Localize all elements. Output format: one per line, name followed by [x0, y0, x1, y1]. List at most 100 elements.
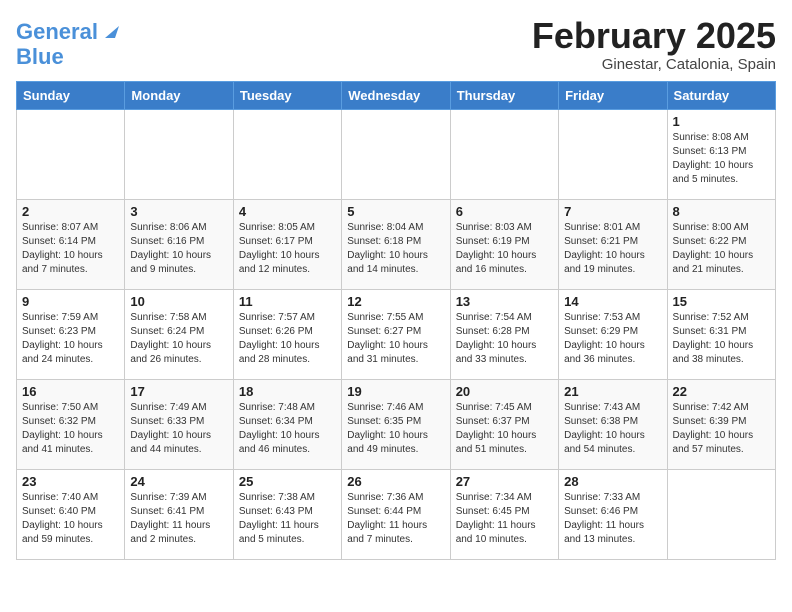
table-row: 8 Sunrise: 8:00 AM Sunset: 6:22 PM Daylig…	[667, 199, 775, 289]
day-info: Sunrise: 7:43 AM Sunset: 6:38 PM Dayligh…	[564, 401, 661, 457]
day-info: Sunrise: 7:59 AM Sunset: 6:23 PM Dayligh…	[22, 311, 119, 367]
day-number: 9	[22, 294, 119, 309]
day-number: 22	[673, 384, 770, 399]
table-row: 7 Sunrise: 8:01 AM Sunset: 6:21 PM Daylig…	[559, 199, 667, 289]
day-number: 26	[347, 474, 444, 489]
day-number: 19	[347, 384, 444, 399]
table-row	[559, 109, 667, 199]
day-number: 10	[130, 294, 227, 309]
logo-bird-icon	[101, 22, 119, 40]
table-row: 21 Sunrise: 7:43 AM Sunset: 6:38 PM Dayli…	[559, 379, 667, 469]
table-row: 14Sunrise: 7:53 AM Sunset: 6:29 PM Dayli…	[559, 289, 667, 379]
day-number: 16	[22, 384, 119, 399]
day-info: Sunrise: 8:01 AM Sunset: 6:21 PM Dayligh…	[564, 221, 661, 277]
day-number: 12	[347, 294, 444, 309]
day-number: 23	[22, 474, 119, 489]
table-row: 27 Sunrise: 7:34 AM Sunset: 6:45 PM Dayli…	[450, 469, 558, 559]
day-info: Sunrise: 8:04 AM Sunset: 6:18 PM Dayligh…	[347, 221, 444, 277]
table-row	[233, 109, 341, 199]
calendar-header-row: Sunday Monday Tuesday Wednesday Thursday…	[17, 81, 776, 109]
col-friday: Friday	[559, 81, 667, 109]
day-number: 24	[130, 474, 227, 489]
table-row: 17 Sunrise: 7:49 AM Sunset: 6:33 PM Dayli…	[125, 379, 233, 469]
day-number: 11	[239, 294, 336, 309]
table-row: 20 Sunrise: 7:45 AM Sunset: 6:37 PM Dayli…	[450, 379, 558, 469]
table-row	[450, 109, 558, 199]
table-row: 12 Sunrise: 7:55 AM Sunset: 6:27 PM Dayli…	[342, 289, 450, 379]
table-row: 5 Sunrise: 8:04 AM Sunset: 6:18 PM Daylig…	[342, 199, 450, 289]
table-row: 19 Sunrise: 7:46 AM Sunset: 6:35 PM Dayli…	[342, 379, 450, 469]
day-info: Sunrise: 8:06 AM Sunset: 6:16 PM Dayligh…	[130, 221, 227, 277]
logo: General Blue	[16, 20, 119, 69]
header: General Blue February 2025 Ginestar, Cat…	[16, 16, 776, 73]
table-row: 6 Sunrise: 8:03 AM Sunset: 6:19 PM Daylig…	[450, 199, 558, 289]
day-number: 18	[239, 384, 336, 399]
day-info: Sunrise: 7:48 AM Sunset: 6:34 PM Dayligh…	[239, 401, 336, 457]
day-number: 15	[673, 294, 770, 309]
day-info: Sunrise: 7:58 AM Sunset: 6:24 PM Dayligh…	[130, 311, 227, 367]
day-info: Sunrise: 7:39 AM Sunset: 6:41 PM Dayligh…	[130, 491, 227, 547]
table-row	[342, 109, 450, 199]
day-number: 20	[456, 384, 553, 399]
table-row: 28 Sunrise: 7:33 AM Sunset: 6:46 PM Dayli…	[559, 469, 667, 559]
day-info: Sunrise: 7:45 AM Sunset: 6:37 PM Dayligh…	[456, 401, 553, 457]
day-number: 6	[456, 204, 553, 219]
day-info: Sunrise: 7:33 AM Sunset: 6:46 PM Dayligh…	[564, 491, 661, 547]
day-number: 2	[22, 204, 119, 219]
col-monday: Monday	[125, 81, 233, 109]
table-row: 16 Sunrise: 7:50 AM Sunset: 6:32 PM Dayli…	[17, 379, 125, 469]
day-info: Sunrise: 8:03 AM Sunset: 6:19 PM Dayligh…	[456, 221, 553, 277]
col-saturday: Saturday	[667, 81, 775, 109]
day-number: 25	[239, 474, 336, 489]
logo-text-general: General	[16, 20, 98, 44]
table-row: 13 Sunrise: 7:54 AM Sunset: 6:28 PM Dayli…	[450, 289, 558, 379]
table-row: 23Sunrise: 7:40 AM Sunset: 6:40 PM Dayli…	[17, 469, 125, 559]
day-number: 28	[564, 474, 661, 489]
day-info: Sunrise: 7:53 AM Sunset: 6:29 PM Dayligh…	[564, 311, 661, 367]
day-info: Sunrise: 7:52 AM Sunset: 6:31 PM Dayligh…	[673, 311, 770, 367]
title-area: February 2025 Ginestar, Catalonia, Spain	[532, 16, 776, 73]
month-title: February 2025	[532, 16, 776, 56]
day-info: Sunrise: 7:46 AM Sunset: 6:35 PM Dayligh…	[347, 401, 444, 457]
col-thursday: Thursday	[450, 81, 558, 109]
day-number: 27	[456, 474, 553, 489]
day-info: Sunrise: 7:54 AM Sunset: 6:28 PM Dayligh…	[456, 311, 553, 367]
table-row: 24 Sunrise: 7:39 AM Sunset: 6:41 PM Dayli…	[125, 469, 233, 559]
day-info: Sunrise: 7:49 AM Sunset: 6:33 PM Dayligh…	[130, 401, 227, 457]
day-number: 7	[564, 204, 661, 219]
col-sunday: Sunday	[17, 81, 125, 109]
day-info: Sunrise: 7:57 AM Sunset: 6:26 PM Dayligh…	[239, 311, 336, 367]
day-number: 21	[564, 384, 661, 399]
table-row: 10 Sunrise: 7:58 AM Sunset: 6:24 PM Dayli…	[125, 289, 233, 379]
col-wednesday: Wednesday	[342, 81, 450, 109]
table-row	[17, 109, 125, 199]
day-number: 17	[130, 384, 227, 399]
table-row: 2 Sunrise: 8:07 AM Sunset: 6:14 PM Daylig…	[17, 199, 125, 289]
day-info: Sunrise: 7:36 AM Sunset: 6:44 PM Dayligh…	[347, 491, 444, 547]
table-row: 22 Sunrise: 7:42 AM Sunset: 6:39 PM Dayli…	[667, 379, 775, 469]
day-info: Sunrise: 7:55 AM Sunset: 6:27 PM Dayligh…	[347, 311, 444, 367]
day-number: 4	[239, 204, 336, 219]
table-row: 26 Sunrise: 7:36 AM Sunset: 6:44 PM Dayli…	[342, 469, 450, 559]
day-info: Sunrise: 7:38 AM Sunset: 6:43 PM Dayligh…	[239, 491, 336, 547]
day-number: 3	[130, 204, 227, 219]
table-row: 11 Sunrise: 7:57 AM Sunset: 6:26 PM Dayli…	[233, 289, 341, 379]
day-number: 13	[456, 294, 553, 309]
day-info: Sunrise: 8:08 AM Sunset: 6:13 PM Dayligh…	[673, 131, 770, 187]
day-info: Sunrise: 7:42 AM Sunset: 6:39 PM Dayligh…	[673, 401, 770, 457]
day-info: Sunrise: 7:34 AM Sunset: 6:45 PM Dayligh…	[456, 491, 553, 547]
table-row: 3 Sunrise: 8:06 AM Sunset: 6:16 PM Daylig…	[125, 199, 233, 289]
table-row: 9 Sunrise: 7:59 AM Sunset: 6:23 PM Daylig…	[17, 289, 125, 379]
table-row: 4Sunrise: 8:05 AM Sunset: 6:17 PM Daylig…	[233, 199, 341, 289]
day-number: 8	[673, 204, 770, 219]
table-row	[667, 469, 775, 559]
table-row: 18 Sunrise: 7:48 AM Sunset: 6:34 PM Dayli…	[233, 379, 341, 469]
logo-text-blue: Blue	[16, 45, 64, 69]
day-info: Sunrise: 7:50 AM Sunset: 6:32 PM Dayligh…	[22, 401, 119, 457]
table-row: 1Sunrise: 8:08 AM Sunset: 6:13 PM Daylig…	[667, 109, 775, 199]
day-info: Sunrise: 8:00 AM Sunset: 6:22 PM Dayligh…	[673, 221, 770, 277]
day-number: 5	[347, 204, 444, 219]
table-row	[125, 109, 233, 199]
day-info: Sunrise: 8:07 AM Sunset: 6:14 PM Dayligh…	[22, 221, 119, 277]
table-row: 15 Sunrise: 7:52 AM Sunset: 6:31 PM Dayli…	[667, 289, 775, 379]
